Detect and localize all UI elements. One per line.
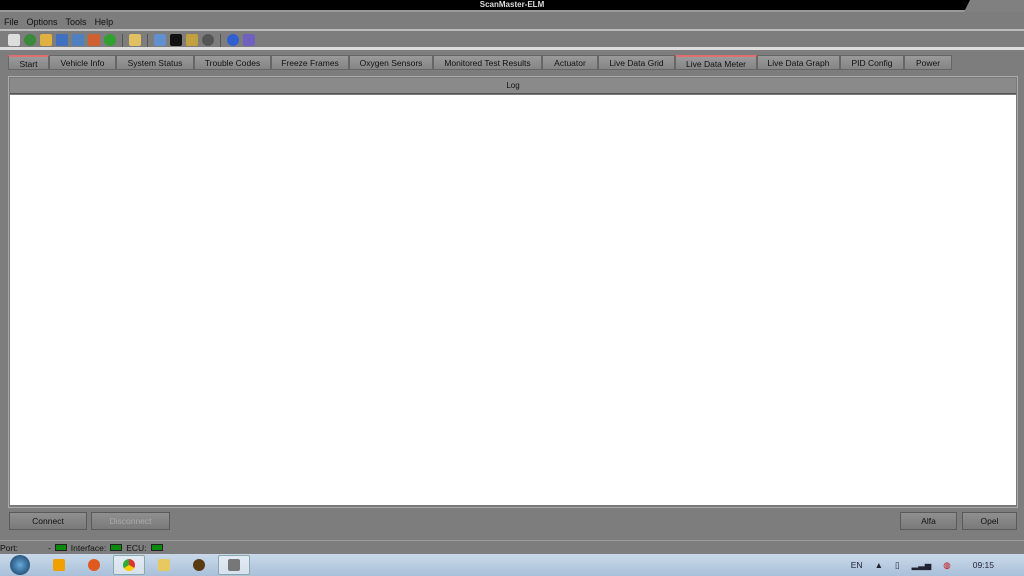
settings-icon[interactable]	[202, 34, 214, 46]
menu-bar: File Options Tools Help	[0, 14, 1024, 31]
clipboard-icon[interactable]	[129, 34, 141, 46]
status-bar: Port: - Interface: ECU:	[0, 540, 1024, 554]
log-area[interactable]	[10, 95, 1016, 505]
tab-freeze-frames[interactable]: Freeze Frames	[271, 55, 349, 70]
monitor-icon[interactable]	[154, 34, 166, 46]
disconnect-button[interactable]: Disconnect	[91, 512, 170, 530]
tab-actuator[interactable]: Actuator	[542, 55, 598, 70]
explorer-icon[interactable]	[148, 555, 180, 575]
alfa-button[interactable]: Alfa	[900, 512, 957, 530]
log-header: Log	[10, 78, 1016, 94]
menu-file[interactable]: File	[0, 17, 23, 27]
ecu-led-icon	[150, 544, 163, 551]
media-app-icon[interactable]	[183, 555, 215, 575]
grid-icon[interactable]	[56, 34, 68, 46]
info-icon[interactable]	[227, 34, 239, 46]
tab-live-data-graph[interactable]: Live Data Graph	[757, 55, 840, 70]
outlook-icon[interactable]	[43, 555, 75, 575]
menu-help[interactable]: Help	[91, 17, 118, 27]
chrome-icon[interactable]	[113, 555, 145, 575]
tab-power[interactable]: Power	[904, 55, 952, 70]
menu-options[interactable]: Options	[23, 17, 62, 27]
tab-trouble-codes[interactable]: Trouble Codes	[194, 55, 271, 70]
exit-icon[interactable]	[243, 34, 255, 46]
menu-tools[interactable]: Tools	[62, 17, 91, 27]
globe-icon[interactable]	[24, 34, 36, 46]
toolbar-separator	[147, 33, 148, 47]
port-label: Port:	[0, 542, 18, 553]
language-indicator[interactable]: EN	[851, 560, 863, 570]
ecu-label: ECU:	[126, 542, 147, 553]
window-controls[interactable]	[964, 0, 1024, 12]
tab-live-data-meter[interactable]: Live Data Meter	[675, 55, 757, 70]
tab-system-status[interactable]: System Status	[116, 55, 194, 70]
connect-icon[interactable]	[8, 34, 20, 46]
tab-live-data-grid[interactable]: Live Data Grid	[598, 55, 675, 70]
title-bar: ScanMaster-ELM	[0, 0, 1024, 12]
port-value: -	[47, 542, 51, 553]
toolbar-separator	[220, 33, 221, 47]
money-icon[interactable]	[104, 34, 116, 46]
terminal-icon[interactable]	[170, 34, 182, 46]
clock[interactable]: 09:15	[973, 560, 994, 570]
vehicle-info-icon[interactable]	[40, 34, 52, 46]
start-orb-icon[interactable]	[0, 555, 40, 575]
meter-icon[interactable]	[72, 34, 84, 46]
battery-icon[interactable]	[186, 34, 198, 46]
interface-label: Interface:	[70, 542, 107, 553]
toolbar-separator	[122, 33, 123, 47]
interface-led-icon	[110, 544, 123, 551]
show-hidden-icon[interactable]: ▲	[875, 560, 883, 570]
tab-start[interactable]: Start	[8, 55, 49, 70]
opel-button[interactable]: Opel	[962, 512, 1017, 530]
tab-oxygen-sensors[interactable]: Oxygen Sensors	[349, 55, 433, 70]
tab-vehicle-info[interactable]: Vehicle Info	[49, 55, 116, 70]
firefox-icon[interactable]	[78, 555, 110, 575]
connect-button[interactable]: Connect	[9, 512, 87, 530]
signal-icon[interactable]: ▂▃▅	[912, 560, 932, 571]
graph-icon[interactable]	[88, 34, 100, 46]
toolbar	[0, 33, 1024, 50]
port-led-icon	[54, 544, 67, 551]
system-tray: EN ▲ ▯ ▂▃▅ ◍ 09:15	[851, 554, 1024, 576]
scanmaster-icon[interactable]	[218, 555, 250, 575]
window-title: ScanMaster-ELM	[479, 0, 545, 9]
tab-pid-config[interactable]: PID Config	[840, 55, 904, 70]
volume-muted-icon[interactable]: ◍	[943, 560, 950, 571]
tab-monitored-test-results[interactable]: Monitored Test Results	[433, 55, 542, 70]
battery-icon[interactable]: ▯	[895, 560, 900, 571]
